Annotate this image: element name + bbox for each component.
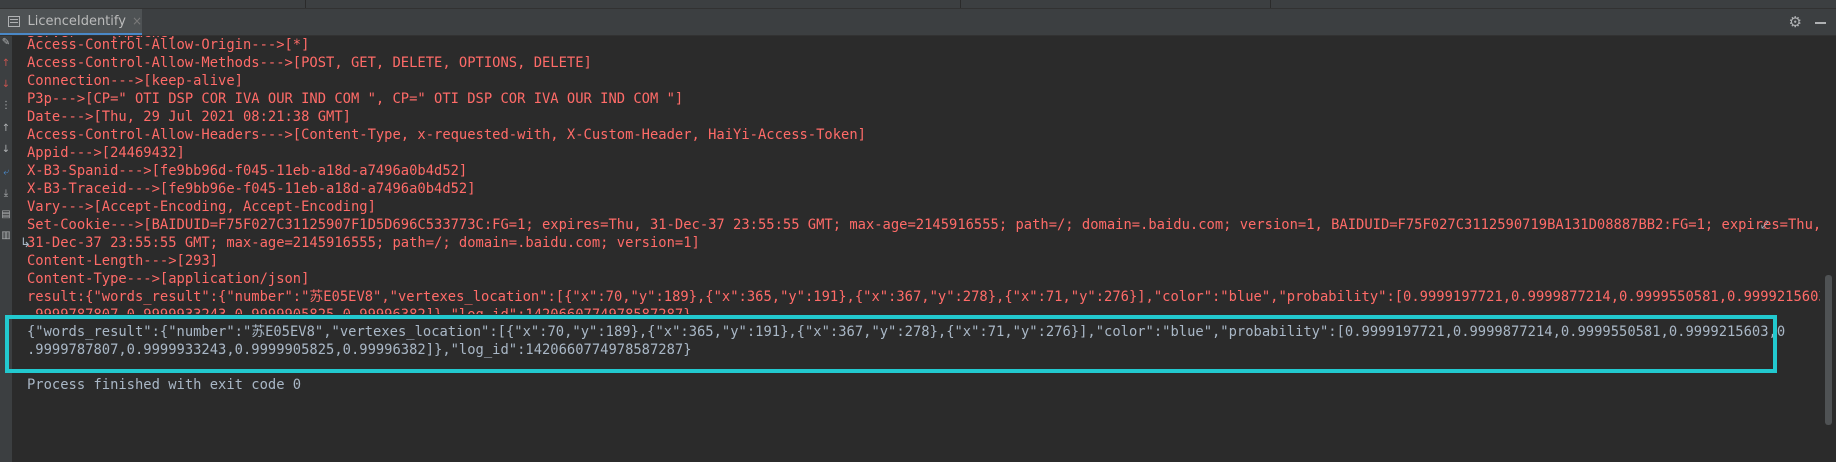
run-tool-window-header: LicenceIdentify × ⚙ xyxy=(0,9,1836,36)
down-arrow-icon[interactable]: ↓ xyxy=(1,145,11,155)
strip-divider xyxy=(1270,0,1271,8)
run-side-toolbar: ✎ ↑ ↓ ⋮ ↑ ↓ ⤶ ⤓ ▤ ▥ xyxy=(0,36,12,462)
scrollbar-thumb[interactable] xyxy=(1825,275,1832,425)
minimize-icon[interactable] xyxy=(1815,22,1826,24)
tab-close-icon[interactable]: × xyxy=(132,14,142,28)
gear-icon[interactable]: ⚙ xyxy=(1789,13,1802,31)
soft-wrap-icon[interactable]: ⤶ xyxy=(1,168,11,178)
print-icon[interactable]: ▤ xyxy=(1,210,11,220)
stop-icon[interactable]: ↓ xyxy=(1,80,11,90)
tab-title: LicenceIdentify xyxy=(27,13,126,29)
console-line-partial: .9999787807,0.9999933243,0.9999905825,0.… xyxy=(27,305,692,314)
highlight-box xyxy=(5,315,1777,373)
strip-divider xyxy=(960,0,961,8)
wrench-icon[interactable]: ✎ xyxy=(1,38,11,48)
strip-divider xyxy=(305,0,306,8)
soft-wrap-marker-icon: ⤦ xyxy=(1761,218,1769,233)
up-arrow-icon[interactable]: ↑ xyxy=(1,124,11,134)
console-tab-icon xyxy=(8,15,21,27)
trash-icon[interactable]: ▥ xyxy=(1,231,11,241)
more-icon[interactable]: ⋮ xyxy=(1,101,11,111)
console-output[interactable]: Server--->[Apache] Access-Control-Allow-… xyxy=(12,36,1820,462)
title-strip xyxy=(0,0,1836,9)
exit-message: Process finished with exit code 0 xyxy=(27,377,302,393)
rerun-icon[interactable]: ↑ xyxy=(1,59,11,69)
scroll-to-end-icon[interactable]: ⤓ xyxy=(1,189,11,199)
tab-licenceidentify[interactable]: LicenceIdentify × xyxy=(0,9,142,35)
